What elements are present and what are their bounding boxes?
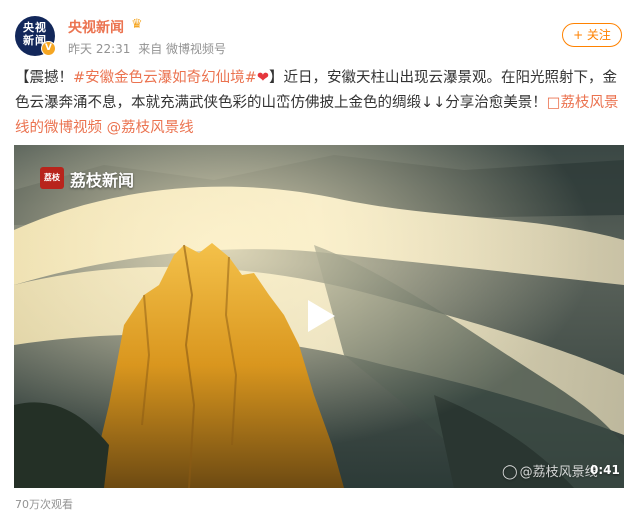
user-name[interactable]: 央视新闻 (68, 17, 124, 37)
post-text: 【震撼！#安徽金色云瀑如奇幻仙境#❤】近日，安徽天柱山出现云瀑景观。在阳光照射下… (15, 66, 627, 141)
video-watermark: ◯ @荔枝风景线 (502, 461, 598, 480)
post-open-bracket: 【震撼！ (15, 70, 73, 86)
channel-logo-text: 荔枝新闻 (70, 171, 135, 190)
video-link-icon[interactable]: □ (547, 95, 561, 111)
view-count: 70万次观看 (15, 498, 73, 511)
play-button[interactable] (297, 294, 341, 338)
verified-badge-icon: V (41, 41, 56, 56)
video-duration: 0:41 (590, 463, 620, 477)
weibo-logo-icon: ◯ (502, 464, 518, 480)
topic-link[interactable]: #安徽金色云瀑如奇幻仙境# (73, 70, 257, 86)
crown-icon: ♛ (131, 17, 143, 32)
mention-link[interactable]: @荔枝风景线 (107, 120, 194, 136)
watermark-text: @荔枝风景线 (519, 465, 598, 480)
follow-button[interactable]: + 关注 (562, 23, 622, 47)
post-source: 来自 微博视频号 (138, 42, 227, 56)
play-icon (308, 300, 335, 332)
post-time[interactable]: 昨天 22:31 (68, 42, 130, 56)
heart-icon: ❤ (256, 70, 269, 86)
video-player[interactable]: 荔枝 荔枝新闻 ◯ @荔枝风景线 0:41 (14, 145, 624, 488)
post-meta: 昨天 22:31 来自 微博视频号 (68, 40, 230, 57)
channel-logo-icon: 荔枝 (40, 167, 64, 189)
avatar-line1: 央视 (23, 21, 47, 34)
